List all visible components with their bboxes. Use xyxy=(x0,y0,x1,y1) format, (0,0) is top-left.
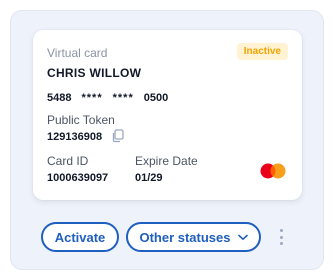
kebab-dot xyxy=(279,229,283,232)
expire-date-value: 01/29 xyxy=(135,172,163,184)
card-number-mask: **** xyxy=(81,92,103,104)
card-number-mask: **** xyxy=(112,92,134,104)
status-badge: Inactive xyxy=(236,43,288,60)
card-id-value: 1000639097 xyxy=(47,172,109,184)
other-statuses-button[interactable]: Other statuses xyxy=(126,222,261,252)
card-holder-name: CHRIS WILLOW xyxy=(47,66,142,80)
card-type-label: Virtual card xyxy=(47,46,108,60)
public-token-value: 129136908 xyxy=(47,131,103,143)
card-number-last: 0500 xyxy=(143,92,169,104)
chevron-down-icon xyxy=(237,234,248,240)
kebab-dot xyxy=(279,235,283,239)
kebab-dot xyxy=(279,242,283,245)
card-id-label: Card ID xyxy=(47,154,89,168)
mastercard-logo-icon xyxy=(260,163,286,179)
activate-button[interactable]: Activate xyxy=(41,222,119,252)
more-options-icon[interactable] xyxy=(274,227,288,247)
copy-icon[interactable] xyxy=(111,129,125,143)
expire-date-label: Expire Date xyxy=(135,154,198,168)
public-token-label: Public Token xyxy=(47,113,115,127)
virtual-card: Virtual card Inactive CHRIS WILLOW 5488 … xyxy=(33,30,302,200)
card-number-first: 5488 xyxy=(47,92,72,104)
other-statuses-label: Other statuses xyxy=(139,229,231,245)
card-number: 5488 **** **** 0500 xyxy=(47,92,168,104)
